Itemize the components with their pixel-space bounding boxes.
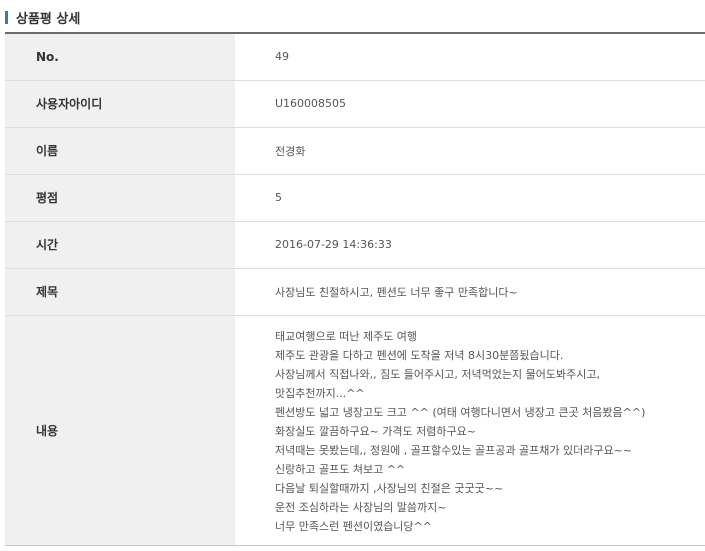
row-number: No. 49	[5, 33, 705, 81]
row-value: 사장님도 친절하시고, 펜션도 너무 좋구 만족합니다~	[235, 268, 705, 316]
section-header: 상품평 상세	[5, 6, 80, 28]
row-label: No.	[5, 33, 235, 81]
section-accent-bar	[5, 10, 8, 24]
content-body: 태교여행으로 떠난 제주도 여행 제주도 관광을 다하고 펜션에 도착을 저녁 …	[235, 315, 705, 546]
row-label: 사용자아이디	[5, 80, 235, 128]
row-label: 시간	[5, 221, 235, 269]
row-label: 내용	[5, 315, 235, 546]
row-time: 시간 2016-07-29 14:36:33	[5, 221, 705, 269]
content-line: 펜션방도 넓고 냉장고도 크고 ^^ (여태 여행다니면서 냉장고 큰곳 처음봤…	[275, 405, 646, 419]
section-title: 상품평 상세	[16, 11, 81, 27]
row-value: 5	[235, 174, 705, 222]
row-label: 이름	[5, 127, 235, 175]
content-line: 태교여행으로 떠난 제주도 여행	[275, 329, 418, 343]
row-label: 평점	[5, 174, 235, 222]
row-rating: 평점 5	[5, 174, 705, 222]
content-line: 맛집추천까지...^^	[275, 386, 365, 400]
content-line: 화장실도 깔끔하구요~ 가격도 저렴하구요~	[275, 424, 476, 438]
row-value: 2016-07-29 14:36:33	[235, 221, 705, 269]
row-value: 전경화	[235, 127, 705, 175]
row-value: 49	[235, 33, 705, 81]
content-line: 다음날 퇴실할때까지 ,사장님의 친절은 굿굿굿~~	[275, 481, 504, 495]
content-line: 운전 조심하라는 사장님의 말씀까지~	[275, 500, 447, 514]
content-line: 너무 만족스런 펜션이였습니당^^	[275, 519, 432, 533]
content-line: 저녁때는 못봤는데,, 정원에 , 골프할수있는 골프공과 골프채가 있더라구요…	[275, 443, 632, 457]
review-detail-table: No. 49 사용자아이디 U160008505 이름 전경화 평점 5 시간 …	[5, 32, 705, 546]
row-user-id: 사용자아이디 U160008505	[5, 80, 705, 128]
row-label: 제목	[5, 268, 235, 316]
row-name: 이름 전경화	[5, 127, 705, 175]
content-line: 사장님께서 직접나와,, 짐도 들어주시고, 저녁먹었는지 물어도봐주시고,	[275, 367, 600, 381]
row-content: 내용 태교여행으로 떠난 제주도 여행 제주도 관광을 다하고 펜션에 도착을 …	[5, 315, 705, 546]
row-value: U160008505	[235, 80, 705, 128]
content-line: 신랑하고 골프도 쳐보고 ^^	[275, 462, 406, 476]
content-line: 제주도 관광을 다하고 펜션에 도착을 저녁 8시30분쯤됬습니다.	[275, 348, 564, 362]
row-subject: 제목 사장님도 친절하시고, 펜션도 너무 좋구 만족합니다~	[5, 268, 705, 316]
